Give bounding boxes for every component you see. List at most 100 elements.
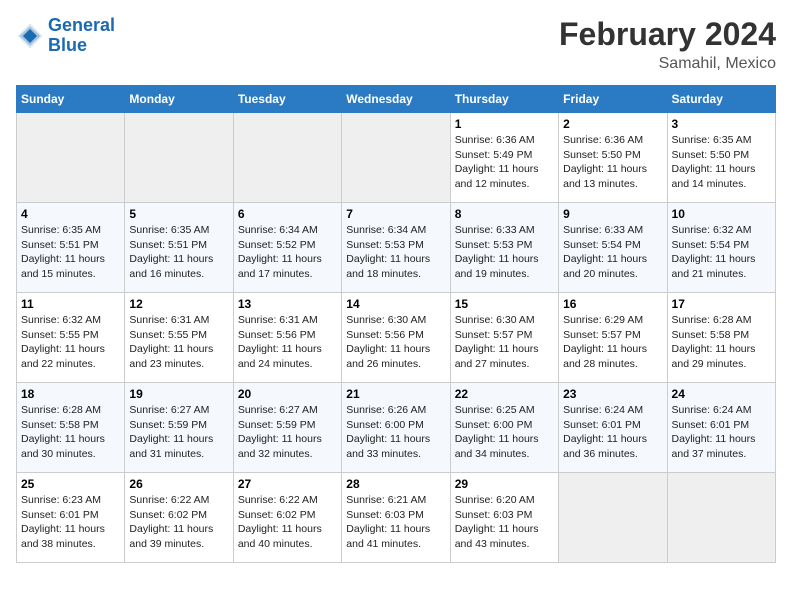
- col-header-friday: Friday: [559, 86, 667, 113]
- calendar-table: SundayMondayTuesdayWednesdayThursdayFrid…: [16, 85, 776, 563]
- day-number: 24: [672, 387, 771, 401]
- calendar-cell: 17Sunrise: 6:28 AM Sunset: 5:58 PM Dayli…: [667, 293, 775, 383]
- day-number: 16: [563, 297, 662, 311]
- calendar-cell: 13 Sunrise: 6:31 AM Sunset: 5:56 PM Dayli…: [233, 293, 341, 383]
- calendar-cell: 14 Sunrise: 6:30 AM Sunset: 5:56 PM Dayli…: [342, 293, 450, 383]
- day-info: Sunrise: 6:29 AM Sunset: 5:57 PM Dayligh…: [563, 313, 662, 372]
- calendar-week-4: 18 Sunrise: 6:28 AM Sunset: 5:58 PM Dayli…: [17, 383, 776, 473]
- calendar-body: 1Sunrise: 6:36 AM Sunset: 5:49 PM Daylig…: [17, 113, 776, 563]
- day-number: 21: [346, 387, 445, 401]
- calendar-cell: [125, 113, 233, 203]
- day-info: Sunrise: 6:24 AM Sunset: 6:01 PM Dayligh…: [563, 403, 662, 462]
- day-info: Sunrise: 6:32 AM Sunset: 5:54 PM Dayligh…: [672, 223, 771, 282]
- calendar-cell: 9 Sunrise: 6:33 AM Sunset: 5:54 PM Daylig…: [559, 203, 667, 293]
- calendar-cell: [17, 113, 125, 203]
- col-header-wednesday: Wednesday: [342, 86, 450, 113]
- day-number: 14: [346, 297, 445, 311]
- calendar-week-2: 4 Sunrise: 6:35 AM Sunset: 5:51 PM Daylig…: [17, 203, 776, 293]
- calendar-cell: 12 Sunrise: 6:31 AM Sunset: 5:55 PM Dayli…: [125, 293, 233, 383]
- calendar-header-row: SundayMondayTuesdayWednesdayThursdayFrid…: [17, 86, 776, 113]
- day-number: 9: [563, 207, 662, 221]
- calendar-week-5: 25Sunrise: 6:23 AM Sunset: 6:01 PM Dayli…: [17, 473, 776, 563]
- day-number: 18: [21, 387, 120, 401]
- day-number: 26: [129, 477, 228, 491]
- col-header-sunday: Sunday: [17, 86, 125, 113]
- day-number: 4: [21, 207, 120, 221]
- day-number: 1: [455, 117, 554, 131]
- day-number: 2: [563, 117, 662, 131]
- day-info: Sunrise: 6:22 AM Sunset: 6:02 PM Dayligh…: [238, 493, 337, 552]
- col-header-saturday: Saturday: [667, 86, 775, 113]
- day-info: Sunrise: 6:28 AM Sunset: 5:58 PM Dayligh…: [21, 403, 120, 462]
- calendar-cell: 7 Sunrise: 6:34 AM Sunset: 5:53 PM Daylig…: [342, 203, 450, 293]
- day-info: Sunrise: 6:31 AM Sunset: 5:55 PM Dayligh…: [129, 313, 228, 372]
- calendar-cell: 24 Sunrise: 6:24 AM Sunset: 6:01 PM Dayli…: [667, 383, 775, 473]
- calendar-cell: 2 Sunrise: 6:36 AM Sunset: 5:50 PM Daylig…: [559, 113, 667, 203]
- calendar-cell: [559, 473, 667, 563]
- calendar-cell: 5 Sunrise: 6:35 AM Sunset: 5:51 PM Daylig…: [125, 203, 233, 293]
- day-info: Sunrise: 6:31 AM Sunset: 5:56 PM Dayligh…: [238, 313, 337, 372]
- calendar-cell: 19 Sunrise: 6:27 AM Sunset: 5:59 PM Dayli…: [125, 383, 233, 473]
- day-number: 13: [238, 297, 337, 311]
- logo-icon: [16, 22, 44, 50]
- calendar-cell: 8Sunrise: 6:33 AM Sunset: 5:53 PM Daylig…: [450, 203, 558, 293]
- calendar-subtitle: Samahil, Mexico: [559, 55, 776, 73]
- day-info: Sunrise: 6:35 AM Sunset: 5:51 PM Dayligh…: [129, 223, 228, 282]
- calendar-cell: 23 Sunrise: 6:24 AM Sunset: 6:01 PM Dayli…: [559, 383, 667, 473]
- day-number: 3: [672, 117, 771, 131]
- calendar-week-3: 11Sunrise: 6:32 AM Sunset: 5:55 PM Dayli…: [17, 293, 776, 383]
- calendar-cell: [233, 113, 341, 203]
- calendar-cell: 4 Sunrise: 6:35 AM Sunset: 5:51 PM Daylig…: [17, 203, 125, 293]
- day-number: 17: [672, 297, 771, 311]
- calendar-cell: [342, 113, 450, 203]
- day-number: 29: [455, 477, 554, 491]
- calendar-title: February 2024: [559, 16, 776, 53]
- day-number: 10: [672, 207, 771, 221]
- calendar-week-1: 1Sunrise: 6:36 AM Sunset: 5:49 PM Daylig…: [17, 113, 776, 203]
- day-info: Sunrise: 6:35 AM Sunset: 5:50 PM Dayligh…: [672, 133, 771, 192]
- col-header-thursday: Thursday: [450, 86, 558, 113]
- day-info: Sunrise: 6:35 AM Sunset: 5:51 PM Dayligh…: [21, 223, 120, 282]
- day-info: Sunrise: 6:22 AM Sunset: 6:02 PM Dayligh…: [129, 493, 228, 552]
- day-info: Sunrise: 6:30 AM Sunset: 5:57 PM Dayligh…: [455, 313, 554, 372]
- day-info: Sunrise: 6:24 AM Sunset: 6:01 PM Dayligh…: [672, 403, 771, 462]
- day-info: Sunrise: 6:26 AM Sunset: 6:00 PM Dayligh…: [346, 403, 445, 462]
- day-info: Sunrise: 6:30 AM Sunset: 5:56 PM Dayligh…: [346, 313, 445, 372]
- day-info: Sunrise: 6:34 AM Sunset: 5:52 PM Dayligh…: [238, 223, 337, 282]
- day-number: 12: [129, 297, 228, 311]
- calendar-cell: 29 Sunrise: 6:20 AM Sunset: 6:03 PM Dayli…: [450, 473, 558, 563]
- day-info: Sunrise: 6:20 AM Sunset: 6:03 PM Dayligh…: [455, 493, 554, 552]
- day-info: Sunrise: 6:27 AM Sunset: 5:59 PM Dayligh…: [129, 403, 228, 462]
- day-number: 22: [455, 387, 554, 401]
- calendar-cell: 3 Sunrise: 6:35 AM Sunset: 5:50 PM Daylig…: [667, 113, 775, 203]
- day-info: Sunrise: 6:25 AM Sunset: 6:00 PM Dayligh…: [455, 403, 554, 462]
- day-number: 7: [346, 207, 445, 221]
- day-info: Sunrise: 6:34 AM Sunset: 5:53 PM Dayligh…: [346, 223, 445, 282]
- calendar-cell: 21 Sunrise: 6:26 AM Sunset: 6:00 PM Dayli…: [342, 383, 450, 473]
- day-info: Sunrise: 6:33 AM Sunset: 5:53 PM Dayligh…: [455, 223, 554, 282]
- day-number: 27: [238, 477, 337, 491]
- page-header: General Blue February 2024 Samahil, Mexi…: [16, 16, 776, 73]
- calendar-cell: 18 Sunrise: 6:28 AM Sunset: 5:58 PM Dayli…: [17, 383, 125, 473]
- day-number: 28: [346, 477, 445, 491]
- day-info: Sunrise: 6:36 AM Sunset: 5:50 PM Dayligh…: [563, 133, 662, 192]
- day-info: Sunrise: 6:27 AM Sunset: 5:59 PM Dayligh…: [238, 403, 337, 462]
- title-block: February 2024 Samahil, Mexico: [559, 16, 776, 73]
- day-number: 23: [563, 387, 662, 401]
- calendar-cell: 1Sunrise: 6:36 AM Sunset: 5:49 PM Daylig…: [450, 113, 558, 203]
- day-info: Sunrise: 6:23 AM Sunset: 6:01 PM Dayligh…: [21, 493, 120, 552]
- day-number: 19: [129, 387, 228, 401]
- day-info: Sunrise: 6:21 AM Sunset: 6:03 PM Dayligh…: [346, 493, 445, 552]
- calendar-cell: [667, 473, 775, 563]
- day-number: 20: [238, 387, 337, 401]
- logo: General Blue: [16, 16, 115, 56]
- day-info: Sunrise: 6:33 AM Sunset: 5:54 PM Dayligh…: [563, 223, 662, 282]
- calendar-cell: 22 Sunrise: 6:25 AM Sunset: 6:00 PM Dayli…: [450, 383, 558, 473]
- day-number: 11: [21, 297, 120, 311]
- calendar-cell: 26 Sunrise: 6:22 AM Sunset: 6:02 PM Dayli…: [125, 473, 233, 563]
- logo-text: General Blue: [48, 16, 115, 56]
- calendar-cell: 11Sunrise: 6:32 AM Sunset: 5:55 PM Dayli…: [17, 293, 125, 383]
- day-number: 5: [129, 207, 228, 221]
- calendar-cell: 25Sunrise: 6:23 AM Sunset: 6:01 PM Dayli…: [17, 473, 125, 563]
- calendar-cell: 27 Sunrise: 6:22 AM Sunset: 6:02 PM Dayli…: [233, 473, 341, 563]
